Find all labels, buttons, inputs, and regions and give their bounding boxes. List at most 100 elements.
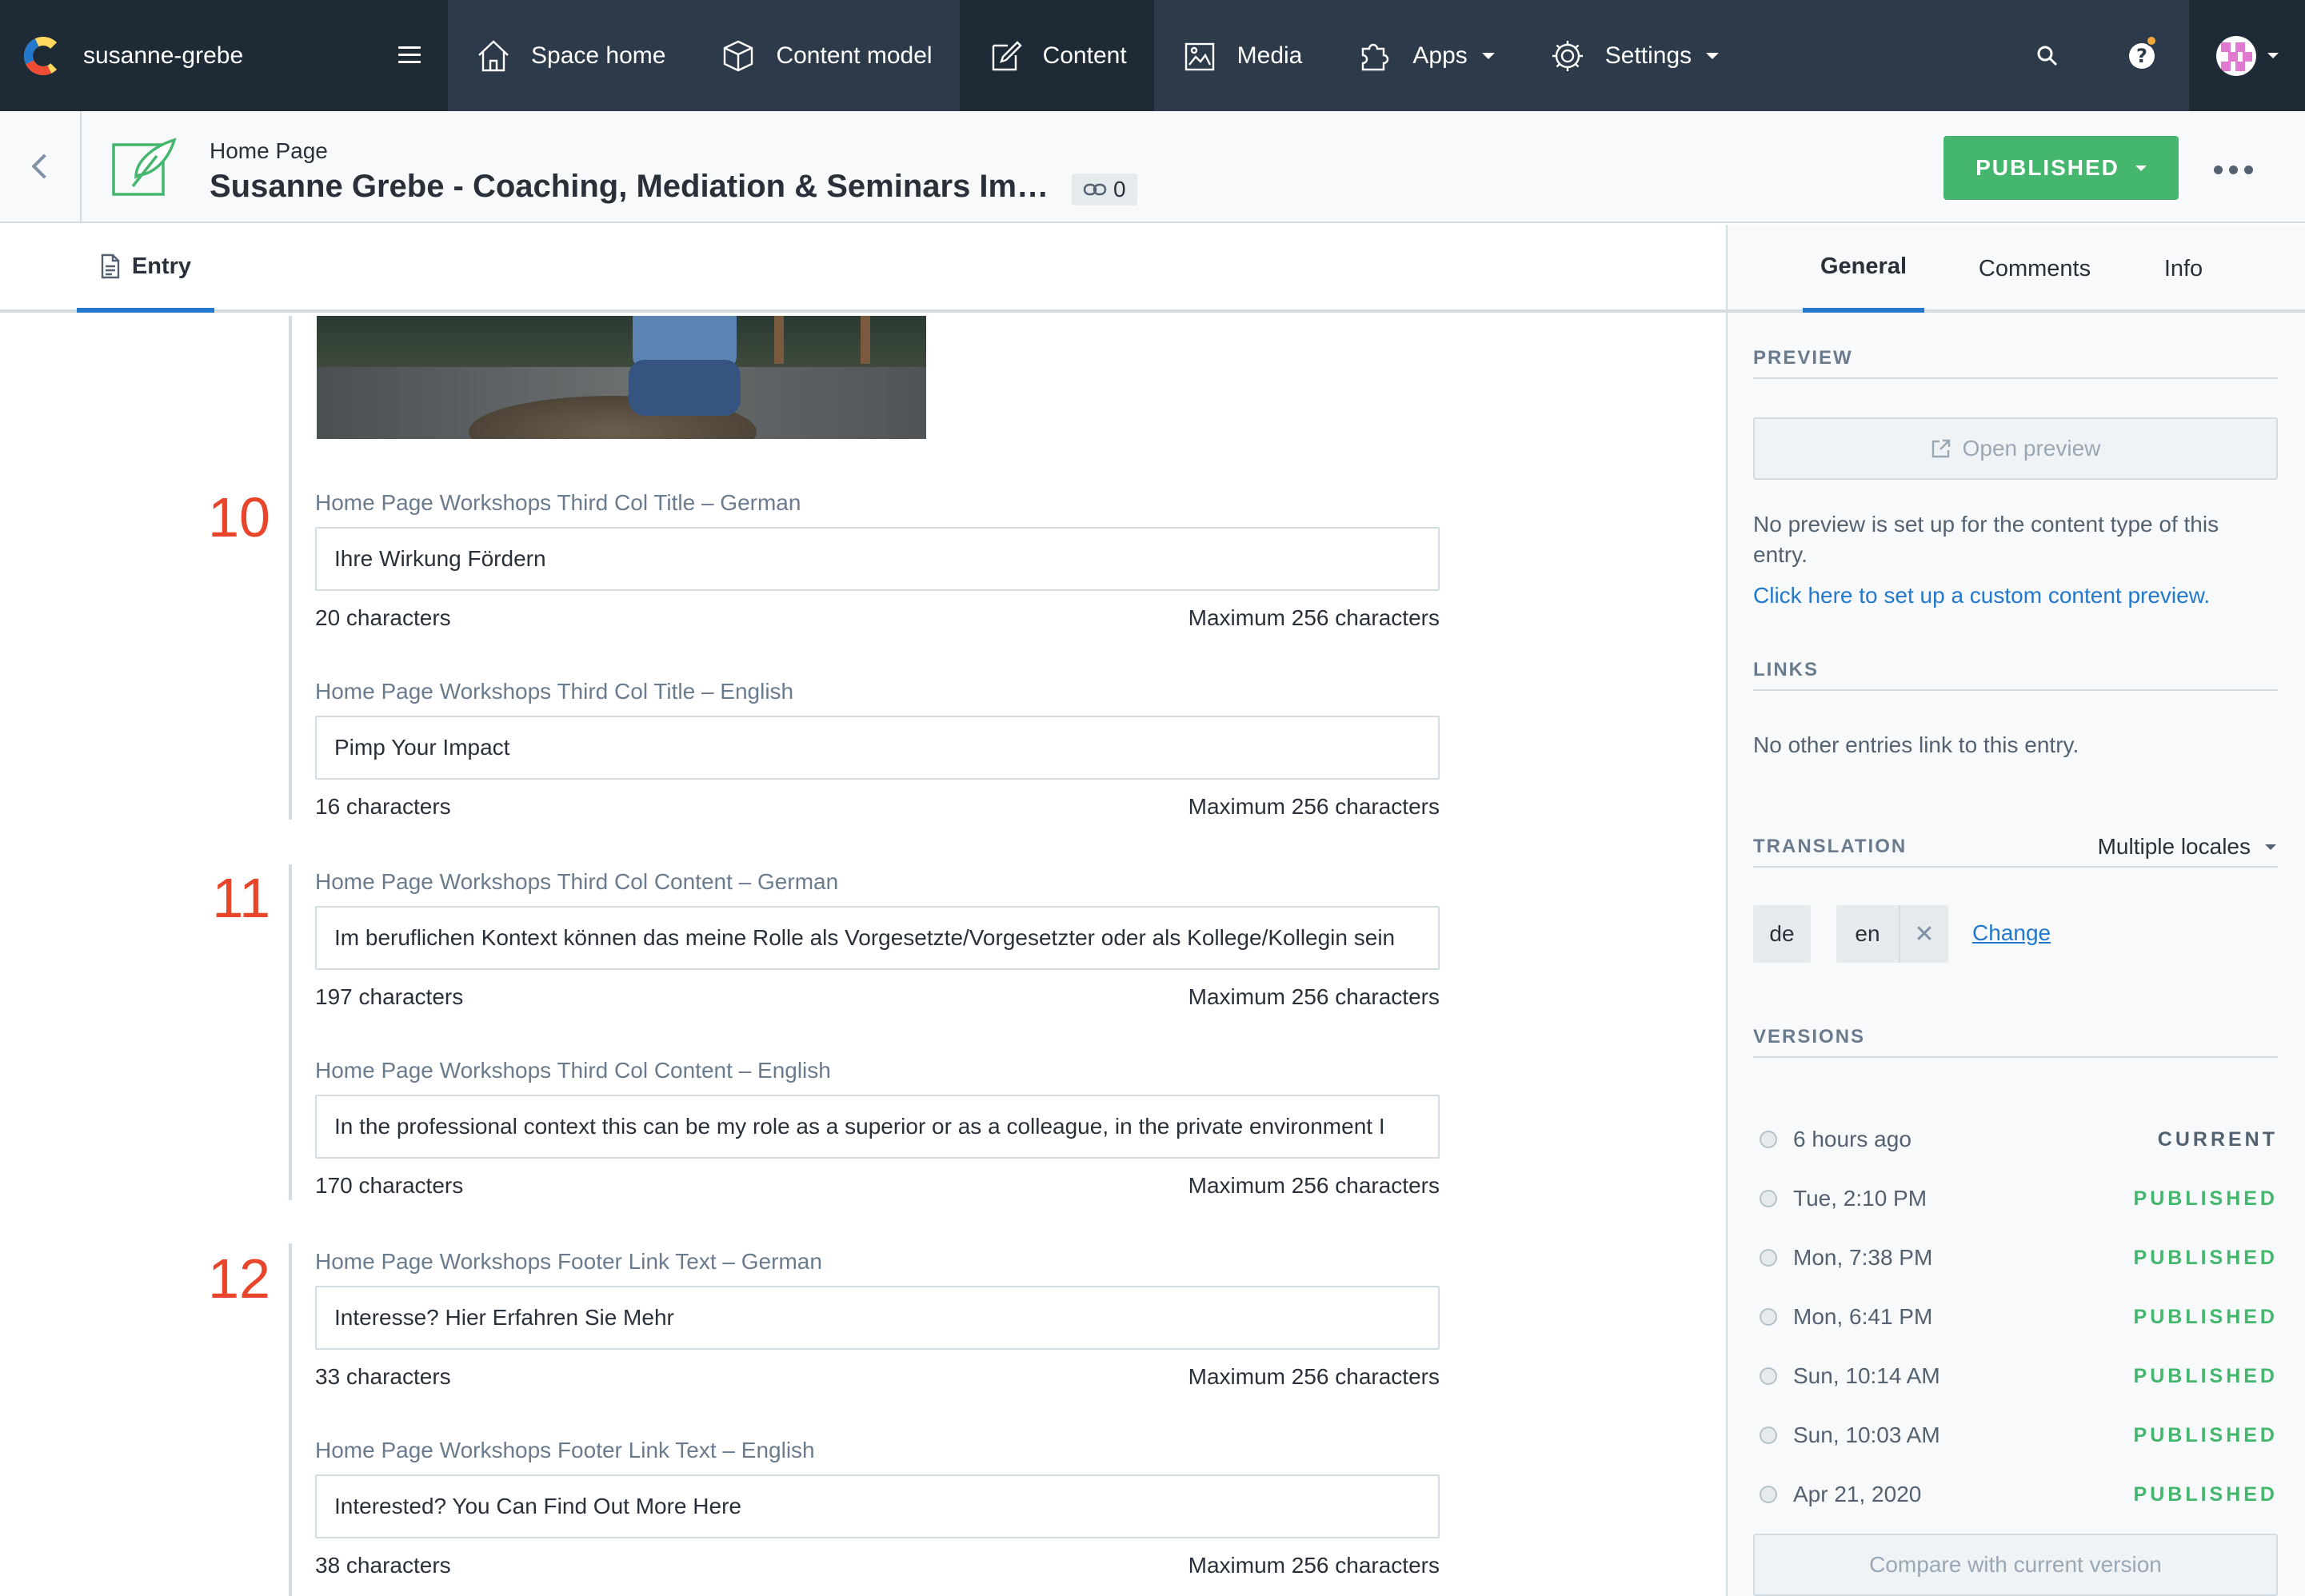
preview-heading: PREVIEW [1753,347,2278,379]
nav-space-home[interactable]: Space home [448,0,693,111]
menu-icon[interactable] [398,46,421,64]
version-status: PUBLISHED [2133,1187,2278,1210]
nav-utilities: ? [2000,0,2305,111]
entry-editor: 10 Home Page Workshops Third Col Title –… [0,316,1726,1596]
text-input[interactable] [315,1286,1440,1350]
version-date: Mon, 7:38 PM [1793,1245,1933,1270]
edit-icon [992,40,1022,70]
version-row[interactable]: Mon, 6:41 PM PUBLISHED [1753,1301,2278,1333]
version-row[interactable]: Tue, 2:10 PM PUBLISHED [1753,1183,2278,1215]
link-icon [1083,183,1107,196]
chevron-down-icon [1706,52,1720,59]
image-icon [1184,42,1214,70]
field-title-german: Home Page Workshops Third Col Title – Ge… [315,490,1440,631]
nav-settings-label: Settings [1604,42,1692,69]
version-date: 6 hours ago [1793,1127,1912,1151]
locale-pill-de: de [1753,905,1811,963]
content-type-icon [112,138,177,196]
more-actions-button[interactable] [2214,166,2253,174]
version-row[interactable]: 6 hours ago CURRENT [1753,1123,2278,1155]
status-label: PUBLISHED [1975,155,2119,180]
version-status: PUBLISHED [2133,1364,2278,1387]
field-content-german: Home Page Workshops Third Col Content – … [315,869,1440,1010]
search-button[interactable] [2000,0,2095,111]
field-number: 10 [208,486,270,549]
char-count: 33 characters [315,1364,451,1389]
field-group-border [289,864,292,1200]
content-type-name: Home Page [210,138,328,163]
nav-settings[interactable]: Settings [1522,0,1746,111]
tab-comments[interactable]: Comments [1967,225,2102,313]
char-count: 170 characters [315,1173,464,1198]
entry-header: Home Page Susanne Grebe - Coaching, Medi… [0,111,2305,223]
field-label: Home Page Workshops Third Col Title – En… [315,679,794,704]
field-label: Home Page Workshops Third Col Content – … [315,869,839,894]
help-icon: ? [2129,42,2155,69]
nav-media[interactable]: Media [1154,0,1330,111]
version-status: CURRENT [2157,1127,2278,1151]
text-input[interactable] [315,1095,1440,1159]
field-footer-link-english: Home Page Workshops Footer Link Text – E… [315,1438,1440,1578]
notification-dot [2146,35,2157,46]
version-radio[interactable] [1760,1367,1777,1385]
search-icon [2037,46,2058,66]
char-count: 38 characters [315,1553,451,1578]
version-row[interactable]: Sun, 10:03 AM PUBLISHED [1753,1419,2278,1451]
locale-pill-en: en [1836,905,1899,963]
version-row[interactable]: Apr 21, 2020 PUBLISHED [1753,1478,2278,1510]
version-radio[interactable] [1760,1249,1777,1267]
nav-content-model[interactable]: Content model [693,0,959,111]
document-icon [101,253,120,279]
links-heading: LINKS [1753,659,2278,691]
version-radio[interactable] [1760,1190,1777,1207]
char-count: 20 characters [315,605,451,630]
links-note: No other entries link to this entry. [1753,732,2079,757]
nav-content-model-label: Content model [776,42,933,69]
setup-preview-link[interactable]: Click here to set up a custom content pr… [1753,583,2210,608]
reference-count: 0 [1113,177,1126,201]
tab-entry-label: Entry [131,253,192,279]
preview-note: No preview is set up for the content typ… [1753,512,2219,567]
open-preview-button[interactable]: Open preview [1753,417,2278,480]
references-badge[interactable]: 0 [1072,174,1137,205]
space-switcher[interactable]: susanne-grebe [0,0,448,111]
change-locales-link[interactable]: Change [1972,920,2051,946]
chevron-down-icon [2135,165,2147,171]
home-icon [478,39,509,71]
version-date: Tue, 2:10 PM [1793,1186,1927,1211]
nav-apps[interactable]: Apps [1329,0,1521,111]
version-radio[interactable] [1760,1486,1777,1503]
tab-general[interactable]: General [1803,225,1924,313]
nav-content[interactable]: Content [959,0,1154,111]
tab-entry[interactable]: Entry [77,225,214,313]
version-row[interactable]: Sun, 10:14 AM PUBLISHED [1753,1360,2278,1392]
field-label: Home Page Workshops Footer Link Text – E… [315,1438,815,1462]
help-button[interactable]: ? [2095,0,2189,111]
tab-info[interactable]: Info [2151,225,2215,313]
version-row[interactable]: Mon, 7:38 PM PUBLISHED [1753,1242,2278,1274]
dot [2244,166,2253,174]
text-input[interactable] [315,527,1440,591]
version-radio[interactable] [1760,1131,1777,1148]
version-radio[interactable] [1760,1426,1777,1444]
nav-content-label: Content [1042,42,1127,69]
compare-versions-button[interactable]: Compare with current version [1753,1534,2278,1596]
remove-locale-button[interactable]: ✕ [1899,905,1948,963]
back-button[interactable] [0,111,82,221]
text-input[interactable] [315,906,1440,970]
close-icon: ✕ [1914,920,1935,948]
version-status: PUBLISHED [2133,1482,2278,1506]
image-preview[interactable] [317,316,926,439]
version-date: Mon, 6:41 PM [1793,1304,1933,1329]
account-menu[interactable] [2189,0,2305,111]
text-input[interactable] [315,716,1440,780]
version-radio[interactable] [1760,1308,1777,1326]
text-input[interactable] [315,1474,1440,1538]
locale-mode-select[interactable]: Multiple locales [2098,834,2276,860]
publish-status-button[interactable]: PUBLISHED [1943,136,2179,200]
version-date: Sun, 10:03 AM [1793,1422,1940,1447]
char-limit: Maximum 256 characters [1188,1364,1440,1389]
chevron-down-icon [2265,844,2276,850]
chevron-down-icon [2267,53,2279,58]
version-status: PUBLISHED [2133,1423,2278,1446]
